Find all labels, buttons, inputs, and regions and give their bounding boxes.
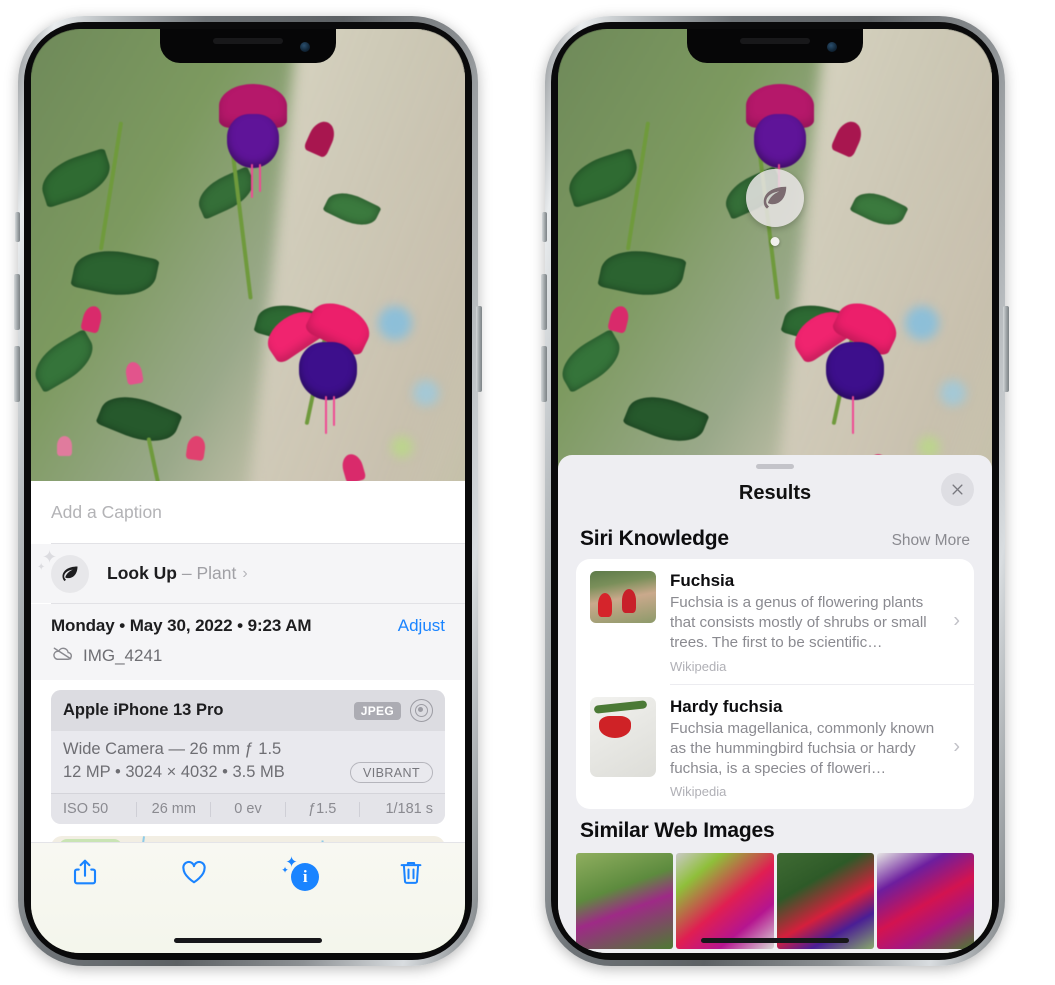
photo-info-sheet: Add a Caption ✦ ✦ Look Up – Plant › Mond… bbox=[31, 481, 465, 953]
volume-down-button[interactable] bbox=[14, 346, 20, 402]
right-phone: Results Siri Knowledge Show More Fuchsia… bbox=[541, 16, 1009, 966]
exif-header: Apple iPhone 13 Pro JPEG bbox=[51, 690, 445, 731]
raw-ring-icon bbox=[410, 699, 433, 722]
knowledge-card: Fuchsia Fuchsia is a genus of flowering … bbox=[576, 559, 974, 810]
front-camera bbox=[827, 42, 837, 52]
look-up-label: Look Up – Plant bbox=[107, 563, 236, 584]
similar-image-1[interactable] bbox=[576, 853, 674, 950]
section-title-similar-web-images: Similar Web Images bbox=[580, 819, 775, 843]
look-up-subject: Plant bbox=[196, 563, 237, 583]
look-up-row[interactable]: ✦ ✦ Look Up – Plant › bbox=[31, 544, 465, 603]
metadata-block: Monday • May 30, 2022 • 9:23 AM Adjust I… bbox=[31, 604, 465, 680]
close-button[interactable] bbox=[941, 473, 974, 506]
home-indicator[interactable] bbox=[174, 938, 322, 943]
exif-stat-aperture: ƒ1.5 bbox=[308, 801, 337, 817]
exif-stat-iso: ISO 50 bbox=[63, 801, 109, 817]
volume-up-button[interactable] bbox=[14, 274, 20, 330]
similar-web-images-grid bbox=[558, 853, 992, 950]
exif-card[interactable]: Apple iPhone 13 Pro JPEG Wide Camera — 2… bbox=[51, 690, 445, 824]
filename: IMG_4241 bbox=[83, 646, 163, 665]
similar-image-2[interactable] bbox=[676, 853, 774, 950]
results-sheet: Results Siri Knowledge Show More Fuchsia… bbox=[558, 455, 992, 953]
delete-button[interactable] bbox=[357, 857, 466, 887]
info-button[interactable]: ✦ ✦ i bbox=[248, 855, 357, 891]
icloud-slash-icon bbox=[51, 642, 74, 670]
sparkle-icon-small: ✦ bbox=[37, 561, 46, 573]
chevron-right-icon: › bbox=[953, 609, 960, 632]
leaf-icon bbox=[763, 186, 787, 209]
exif-stat-ev: 0 ev bbox=[234, 801, 262, 817]
caption-input[interactable]: Add a Caption bbox=[31, 481, 465, 543]
earpiece-speaker bbox=[740, 38, 810, 44]
chevron-right-icon: › bbox=[953, 735, 960, 758]
results-title: Results bbox=[738, 481, 812, 504]
format-badge: JPEG bbox=[353, 701, 401, 720]
plant-look-up-badge[interactable] bbox=[746, 169, 804, 227]
similar-image-3[interactable] bbox=[776, 853, 874, 950]
similar-web-images-header: Similar Web Images bbox=[558, 809, 992, 851]
power-button[interactable] bbox=[1003, 306, 1009, 392]
share-button[interactable] bbox=[31, 857, 140, 887]
volume-down-button[interactable] bbox=[541, 346, 547, 402]
sparkle-icon-small: ✦ bbox=[281, 865, 289, 875]
look-up-anchor-dot bbox=[770, 237, 780, 246]
caption-placeholder: Add a Caption bbox=[51, 501, 162, 522]
favorite-button[interactable] bbox=[140, 857, 249, 887]
info-sparkle-icon: ✦ ✦ i bbox=[281, 855, 320, 891]
exif-body: Wide Camera — 26 mm ƒ 1.5 12 MP • 3024 ×… bbox=[51, 731, 445, 793]
leaf-icon bbox=[51, 554, 89, 593]
lens-info: Wide Camera — 26 mm ƒ 1.5 bbox=[63, 740, 282, 758]
knowledge-thumbnail bbox=[590, 571, 656, 623]
look-up-text: Look Up bbox=[107, 563, 177, 583]
power-button[interactable] bbox=[476, 306, 482, 392]
knowledge-title: Hardy fuchsia bbox=[670, 696, 783, 716]
exif-stat-shutter: 1/181 s bbox=[385, 801, 434, 817]
camera-device: Apple iPhone 13 Pro bbox=[63, 701, 224, 719]
look-up-dash: – bbox=[181, 563, 192, 583]
left-phone: Add a Caption ✦ ✦ Look Up – Plant › Mond… bbox=[14, 16, 482, 966]
knowledge-thumbnail bbox=[590, 696, 656, 777]
knowledge-item-fuchsia[interactable]: Fuchsia Fuchsia is a genus of flowering … bbox=[576, 559, 974, 684]
volume-up-button[interactable] bbox=[541, 274, 547, 330]
close-icon bbox=[952, 484, 963, 495]
similar-image-4[interactable] bbox=[876, 853, 974, 950]
siri-knowledge-header: Siri Knowledge Show More bbox=[558, 517, 992, 559]
knowledge-description: Fuchsia magellanica, commonly known as t… bbox=[670, 719, 935, 778]
show-more-button[interactable]: Show More bbox=[892, 532, 970, 550]
photo-toolbar: ✦ ✦ i bbox=[31, 842, 465, 953]
knowledge-source: Wikipedia bbox=[670, 658, 727, 674]
style-badge: VIBRANT bbox=[350, 762, 433, 783]
knowledge-description: Fuchsia is a genus of flowering plants t… bbox=[670, 594, 927, 652]
left-screen: Add a Caption ✦ ✦ Look Up – Plant › Mond… bbox=[31, 29, 465, 953]
mute-switch[interactable] bbox=[542, 212, 547, 242]
right-screen: Results Siri Knowledge Show More Fuchsia… bbox=[558, 29, 992, 953]
earpiece-speaker bbox=[213, 38, 283, 44]
look-up-icon-group: ✦ ✦ bbox=[37, 548, 89, 593]
knowledge-item-hardy-fuchsia[interactable]: Hardy fuchsia Fuchsia magellanica, commo… bbox=[576, 685, 974, 810]
notch bbox=[687, 29, 863, 63]
notch bbox=[160, 29, 336, 63]
chevron-right-icon: › bbox=[242, 564, 248, 582]
knowledge-source: Wikipedia bbox=[670, 784, 727, 800]
front-camera bbox=[300, 42, 310, 52]
exif-stats: ISO 50 26 mm 0 ev ƒ1.5 1/181 s bbox=[51, 793, 445, 824]
mute-switch[interactable] bbox=[15, 212, 20, 242]
capture-date: Monday • May 30, 2022 • 9:23 AM bbox=[51, 616, 312, 635]
exif-stat-focal: 26 mm bbox=[151, 801, 196, 817]
size-info: 12 MP • 3024 × 4032 • 3.5 MB bbox=[63, 763, 285, 781]
home-indicator[interactable] bbox=[701, 938, 849, 943]
results-header: Results bbox=[558, 469, 992, 517]
knowledge-title: Fuchsia bbox=[670, 571, 735, 590]
adjust-button[interactable]: Adjust bbox=[398, 616, 445, 636]
section-title-siri-knowledge: Siri Knowledge bbox=[580, 527, 729, 550]
info-glyph: i bbox=[291, 863, 320, 891]
